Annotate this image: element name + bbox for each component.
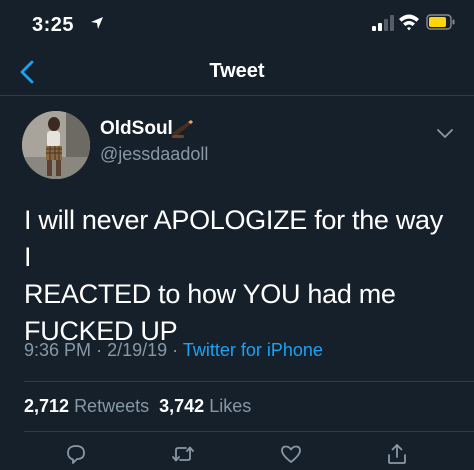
- page-title: Tweet: [209, 60, 265, 82]
- divider: [24, 381, 474, 382]
- reply-icon[interactable]: [64, 442, 88, 466]
- avatar-image: [22, 111, 90, 179]
- status-time: 3:25: [32, 14, 75, 36]
- divider: [24, 431, 474, 432]
- tweet-text: I will never APOLOGIZE for the way I REA…: [24, 205, 443, 346]
- wifi-icon: [399, 14, 419, 31]
- retweet-icon[interactable]: [171, 442, 195, 466]
- tweet-source-link[interactable]: Twitter for iPhone: [183, 340, 323, 360]
- retweets-count[interactable]: 2,712: [24, 396, 69, 416]
- retweets-label[interactable]: Retweets: [74, 396, 149, 416]
- nav-bar: Tweet: [0, 48, 474, 96]
- tweet-time: 9:36 PM: [24, 340, 92, 360]
- likes-count[interactable]: 3,742: [159, 396, 204, 416]
- meta-separator: ·: [172, 340, 179, 360]
- tweet-meta: 9:36 PM · 2/19/19 · Twitter for iPhone: [24, 340, 323, 361]
- like-icon[interactable]: [279, 442, 303, 466]
- likes-label[interactable]: Likes: [209, 396, 251, 416]
- meta-separator: ·: [96, 340, 103, 360]
- user-handle[interactable]: @jessdaadoll: [100, 144, 208, 165]
- writing-hand-emoji: [172, 120, 193, 138]
- signal-icon: [372, 15, 394, 31]
- display-name[interactable]: OldSoul: [100, 118, 173, 140]
- tweet-stats: 2,712 Retweets 3,742 Likes: [24, 396, 251, 417]
- avatar[interactable]: [22, 111, 90, 179]
- caret-down-icon[interactable]: [436, 126, 454, 140]
- status-bar: 3:25: [0, 0, 474, 48]
- battery-icon: [426, 14, 455, 30]
- tweet-date: 2/19/19: [107, 340, 168, 360]
- location-arrow-icon: [91, 17, 103, 29]
- share-icon[interactable]: [385, 442, 409, 466]
